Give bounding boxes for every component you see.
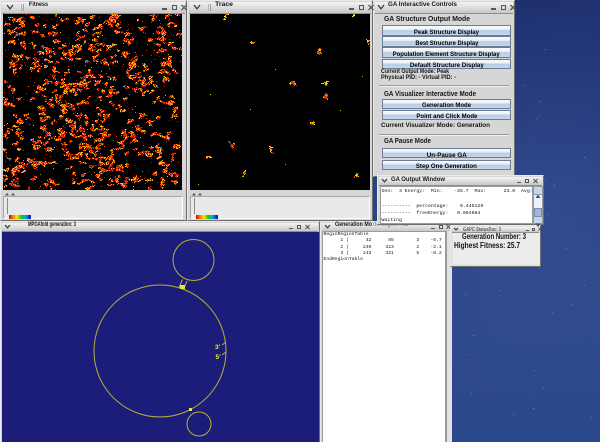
svg-text:3': 3' bbox=[215, 344, 221, 351]
svg-text:5': 5' bbox=[216, 354, 222, 361]
